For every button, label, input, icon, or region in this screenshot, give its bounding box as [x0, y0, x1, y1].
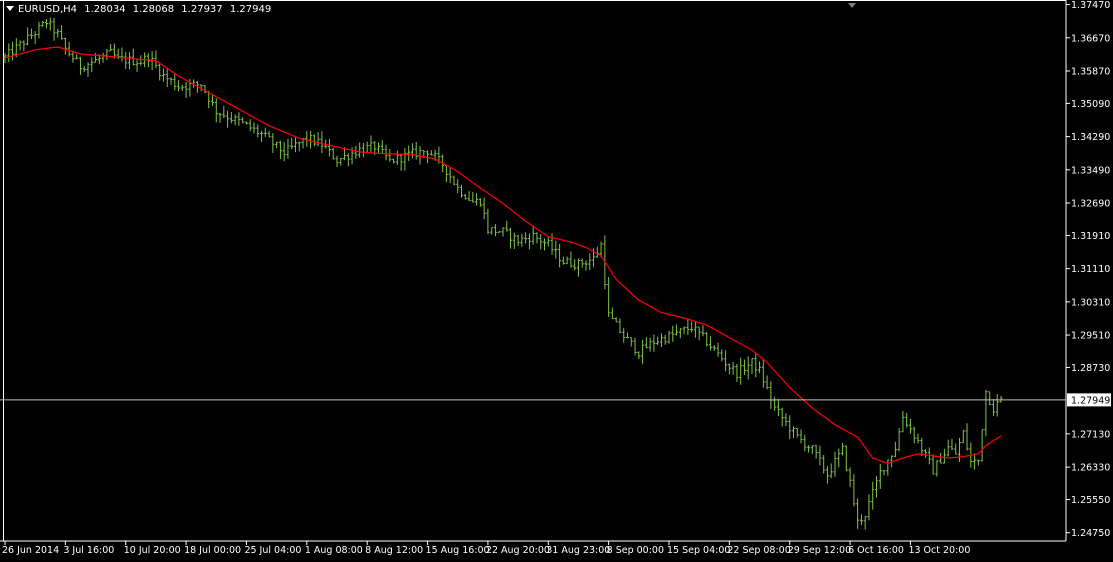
x-tick-label: 8 Aug 12:00: [365, 545, 423, 556]
high-value: 1.28068: [132, 4, 175, 15]
y-tick-label: 1.37470: [1071, 0, 1110, 11]
y-tick-label: 1.32690: [1071, 199, 1110, 210]
close-value: 1.27949: [229, 4, 272, 15]
y-tick-label: 1.25550: [1071, 495, 1110, 506]
x-tick-label: 15 Aug 16:00: [426, 545, 490, 556]
x-tick-label: 22 Aug 20:00: [486, 545, 550, 556]
y-tick-label: 1.31110: [1071, 264, 1110, 275]
x-tick-label: 1 Aug 08:00: [305, 545, 363, 556]
y-tick-label: 1.24750: [1071, 528, 1110, 539]
y-tick-label: 1.28730: [1071, 363, 1110, 374]
x-tick-label: 15 Sep 04:00: [667, 545, 730, 556]
x-tick-label: 6 Oct 16:00: [848, 545, 904, 556]
y-tick-label: 1.36670: [1071, 33, 1110, 44]
current-price-label: 1.27949: [1067, 393, 1111, 407]
x-tick-label: 26 Jun 2014: [2, 545, 59, 556]
low-value: 1.27937: [181, 4, 223, 15]
x-tick-label: 3 Jul 16:00: [63, 545, 114, 556]
y-tick-label: 1.30310: [1071, 297, 1110, 308]
y-tick-label: 1.31910: [1071, 231, 1110, 242]
price-chart[interactable]: 1.27949 1.37470 1.36670 1.35870 1.35090 1.34…: [0, 0, 1113, 558]
y-tick-label: 1.34290: [1071, 132, 1110, 143]
symbol-label: EURUSD,H4: [18, 4, 78, 15]
x-tick-label: 18 Jul 00:00: [184, 545, 241, 556]
x-tick-label: 8 Sep 00:00: [607, 545, 664, 556]
dropdown-arrow-icon[interactable]: [6, 6, 14, 11]
y-tick-label: 1.27130: [1071, 429, 1110, 440]
y-tick-label: 1.29510: [1071, 331, 1110, 342]
x-tick-label: 31 Aug 23:00: [546, 545, 610, 556]
y-tick-label: 1.33490: [1071, 165, 1110, 176]
y-tick-label: 1.35870: [1071, 66, 1110, 77]
chart-svg[interactable]: 1.27949 1.37470 1.36670 1.35870 1.35090 1.34…: [0, 0, 1113, 558]
y-tick-label: 1.35090: [1071, 99, 1110, 110]
current-price-text: 1.27949: [1071, 395, 1110, 406]
chart-header: EURUSD,H4 1.28034 1.28068 1.27937 1.2794…: [6, 4, 275, 15]
x-tick-label: 13 Oct 20:00: [908, 545, 970, 556]
y-tick-label: 1.26330: [1071, 463, 1110, 474]
x-tick-label: 25 Jul 04:00: [244, 545, 301, 556]
x-tick-label: 29 Sep 12:00: [788, 545, 851, 556]
open-value: 1.28034: [84, 4, 126, 15]
x-tick-label: 10 Jul 20:00: [124, 545, 181, 556]
x-tick-label: 22 Sep 08:00: [727, 545, 790, 556]
